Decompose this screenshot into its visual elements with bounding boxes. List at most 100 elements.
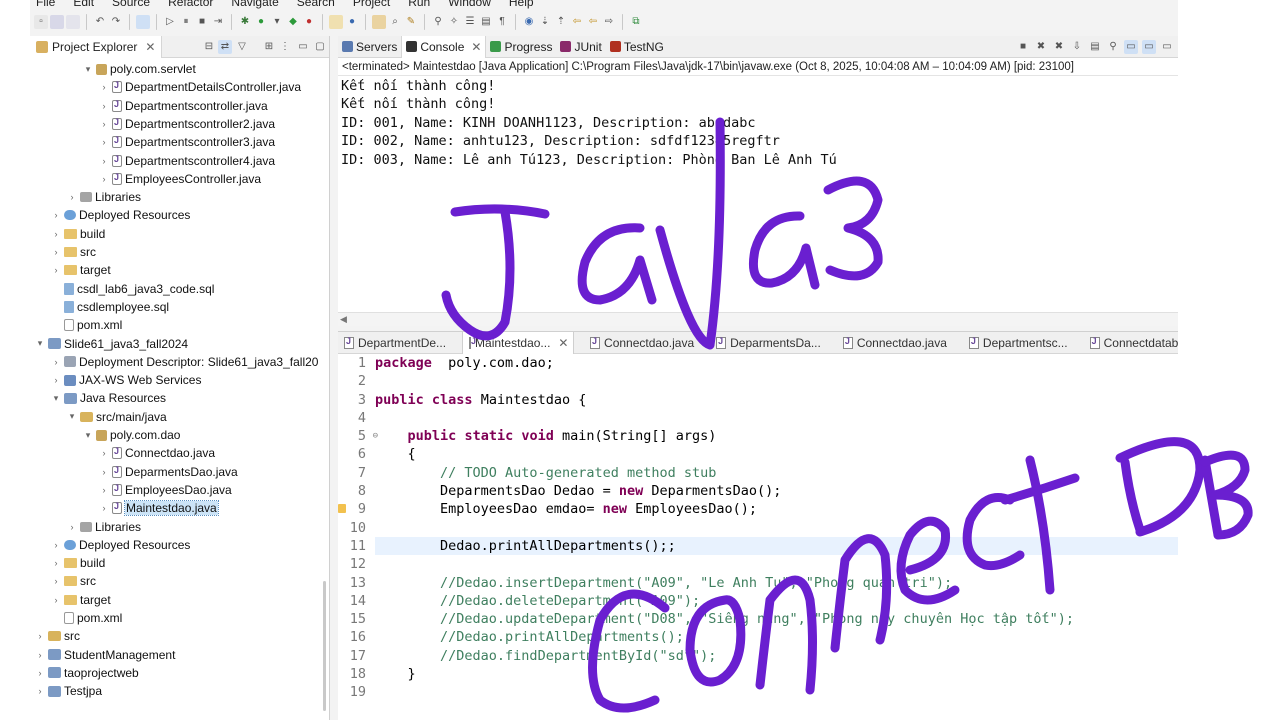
menu-item-source[interactable]: Source [106,0,162,9]
run-icon[interactable]: ● [254,15,268,29]
save-icon[interactable] [50,15,64,29]
whitespace-icon[interactable]: ¶ [495,15,509,29]
external-tools-icon[interactable]: ● [302,15,316,29]
tree-item[interactable]: › Testjpa [34,682,103,700]
tab-junit[interactable]: JUnit [556,36,605,58]
code-line[interactable]: } [375,665,1178,683]
expanded-chevron-icon[interactable]: ▾ [82,64,94,75]
collapsed-chevron-icon[interactable]: › [50,265,62,275]
new-class-icon[interactable]: ● [345,15,359,29]
maximize-icon[interactable]: ▢ [313,40,327,54]
link-with-editor-icon[interactable]: ⇄ [218,40,232,54]
warning-marker-icon[interactable] [338,504,346,514]
collapsed-chevron-icon[interactable]: › [34,686,46,696]
tree-item[interactable]: › Connectdao.java [98,444,216,462]
resume-icon[interactable]: ▷ [163,15,177,29]
expanded-chevron-icon[interactable]: ▾ [82,430,94,441]
remove-launch-icon[interactable]: ✖ [1034,40,1048,54]
collapsed-chevron-icon[interactable]: › [98,119,110,129]
toggle-mark-icon[interactable] [136,15,150,29]
code-line[interactable]: //Dedao.deleteDepartment("A09"); [375,592,1178,610]
tree-item[interactable]: › src [50,572,97,590]
collapsed-chevron-icon[interactable]: › [98,137,110,147]
view-menu-icon[interactable]: ⋮ [278,40,292,54]
code-line[interactable]: // TODO Auto-generated method stub [375,464,1178,482]
tab-testng[interactable]: TestNG [606,36,668,58]
collapsed-chevron-icon[interactable]: › [50,540,62,550]
tab-servers[interactable]: Servers [338,36,401,58]
suspend-icon[interactable]: ⏸ [179,15,193,29]
tree-item[interactable]: csdlemployee.sql [50,298,169,316]
editor-tab[interactable]: DepartmentDe... [338,332,452,354]
code-area[interactable]: package poly.com.dao; public class Mainte… [375,354,1178,702]
tree-item[interactable]: › Libraries [66,518,142,536]
tree-item[interactable]: › build [50,554,106,572]
collapsed-chevron-icon[interactable]: › [98,156,110,166]
tree-item[interactable]: › JAX-WS Web Services [50,371,202,389]
focus-icon[interactable]: ⊞ [262,40,276,54]
tree-item[interactable]: › DeparmentsDao.java [98,463,238,481]
tree-item[interactable]: ▾ poly.com.servlet [82,60,196,78]
collapse-all-icon[interactable]: ⊟ [202,40,216,54]
tree-item[interactable]: ▾ Java Resources [50,389,166,407]
code-line[interactable]: //Dedao.findDepartmentById("sdf"); [375,647,1178,665]
redo-icon[interactable]: ↷ [109,15,123,29]
collapsed-chevron-icon[interactable]: › [98,485,110,495]
tab-progress[interactable]: Progress [486,36,556,58]
code-line[interactable] [375,555,1178,573]
menu-item-edit[interactable]: Edit [67,0,106,9]
open-type-icon[interactable] [372,15,386,29]
editor-tab[interactable]: Departmentsc... [963,332,1074,354]
collapsed-chevron-icon[interactable]: › [34,668,46,678]
tree-item[interactable]: › DepartmentDetailsController.java [98,78,302,96]
close-icon[interactable]: ✕ [471,40,481,54]
collapsed-chevron-icon[interactable]: › [66,192,78,202]
next-annotation-icon[interactable]: ⇣ [538,15,552,29]
code-line[interactable] [375,409,1178,427]
run-dropdown-icon[interactable]: ▾ [270,15,284,29]
back-icon[interactable]: ⇦ [586,15,600,29]
editor-tab[interactable]: Connectdatab... [1084,332,1178,354]
collapsed-chevron-icon[interactable]: › [50,210,62,220]
collapsed-chevron-icon[interactable]: › [98,503,110,513]
search-icon[interactable]: ⌕ [388,15,402,29]
tree-item[interactable]: › StudentManagement [34,646,176,664]
minimize-icon[interactable]: ▭ [296,40,310,54]
menu-item-project[interactable]: Project [347,0,402,9]
pin-icon[interactable]: ⚲ [431,15,445,29]
tree-item[interactable]: › target [50,261,111,279]
collapsed-chevron-icon[interactable]: › [50,576,62,586]
remove-all-icon[interactable]: ✖ [1052,40,1066,54]
scroll-left-icon[interactable]: ◀ [340,314,347,325]
collapsed-chevron-icon[interactable]: › [50,558,62,568]
tree-item[interactable]: › Deployment Descriptor: Slide61_java3_fa… [50,353,319,371]
tree-item[interactable]: › Departmentscontroller2.java [98,115,276,133]
tree-item[interactable]: csdl_lab6_java3_code.sql [50,280,214,298]
code-line[interactable] [375,372,1178,390]
tree-item[interactable]: › Libraries [66,188,142,206]
pin-console-icon[interactable]: ⚲ [1106,40,1120,54]
tree-item[interactable]: ▾ poly.com.dao [82,426,181,444]
new-java-project-icon[interactable] [329,15,343,29]
undo-icon[interactable]: ↶ [93,15,107,29]
editor-tab[interactable]: Connectdao.java [837,332,953,354]
tree-item[interactable]: › Deployed Resources [50,206,191,224]
collapsed-chevron-icon[interactable]: › [98,467,110,477]
code-line[interactable] [375,519,1178,537]
close-icon[interactable]: ✕ [558,336,568,350]
coverage-icon[interactable]: ◆ [286,15,300,29]
editor-tab[interactable]: Maintestdao... ✕ [462,331,575,354]
code-line[interactable]: //Dedao.updateDepartment("D08", "Siêng n… [375,610,1178,628]
code-line[interactable]: Dedao.printAllDepartments();; [375,536,1178,556]
expanded-chevron-icon[interactable]: ▾ [66,411,78,422]
code-line[interactable]: { [375,445,1178,463]
collapsed-chevron-icon[interactable]: › [98,174,110,184]
code-line[interactable]: //Dedao.insertDepartment("A09", "Le Anh … [375,574,1178,592]
annotation-icon[interactable]: ✧ [447,15,461,29]
tree-item[interactable]: pom.xml [50,316,122,334]
terminate-icon[interactable]: ■ [195,15,209,29]
filter-icon[interactable]: ▽ [235,40,249,54]
collapsed-chevron-icon[interactable]: › [98,82,110,92]
block-select-icon[interactable]: ▤ [479,15,493,29]
tree-item[interactable]: › Departmentscontroller.java [98,97,268,115]
